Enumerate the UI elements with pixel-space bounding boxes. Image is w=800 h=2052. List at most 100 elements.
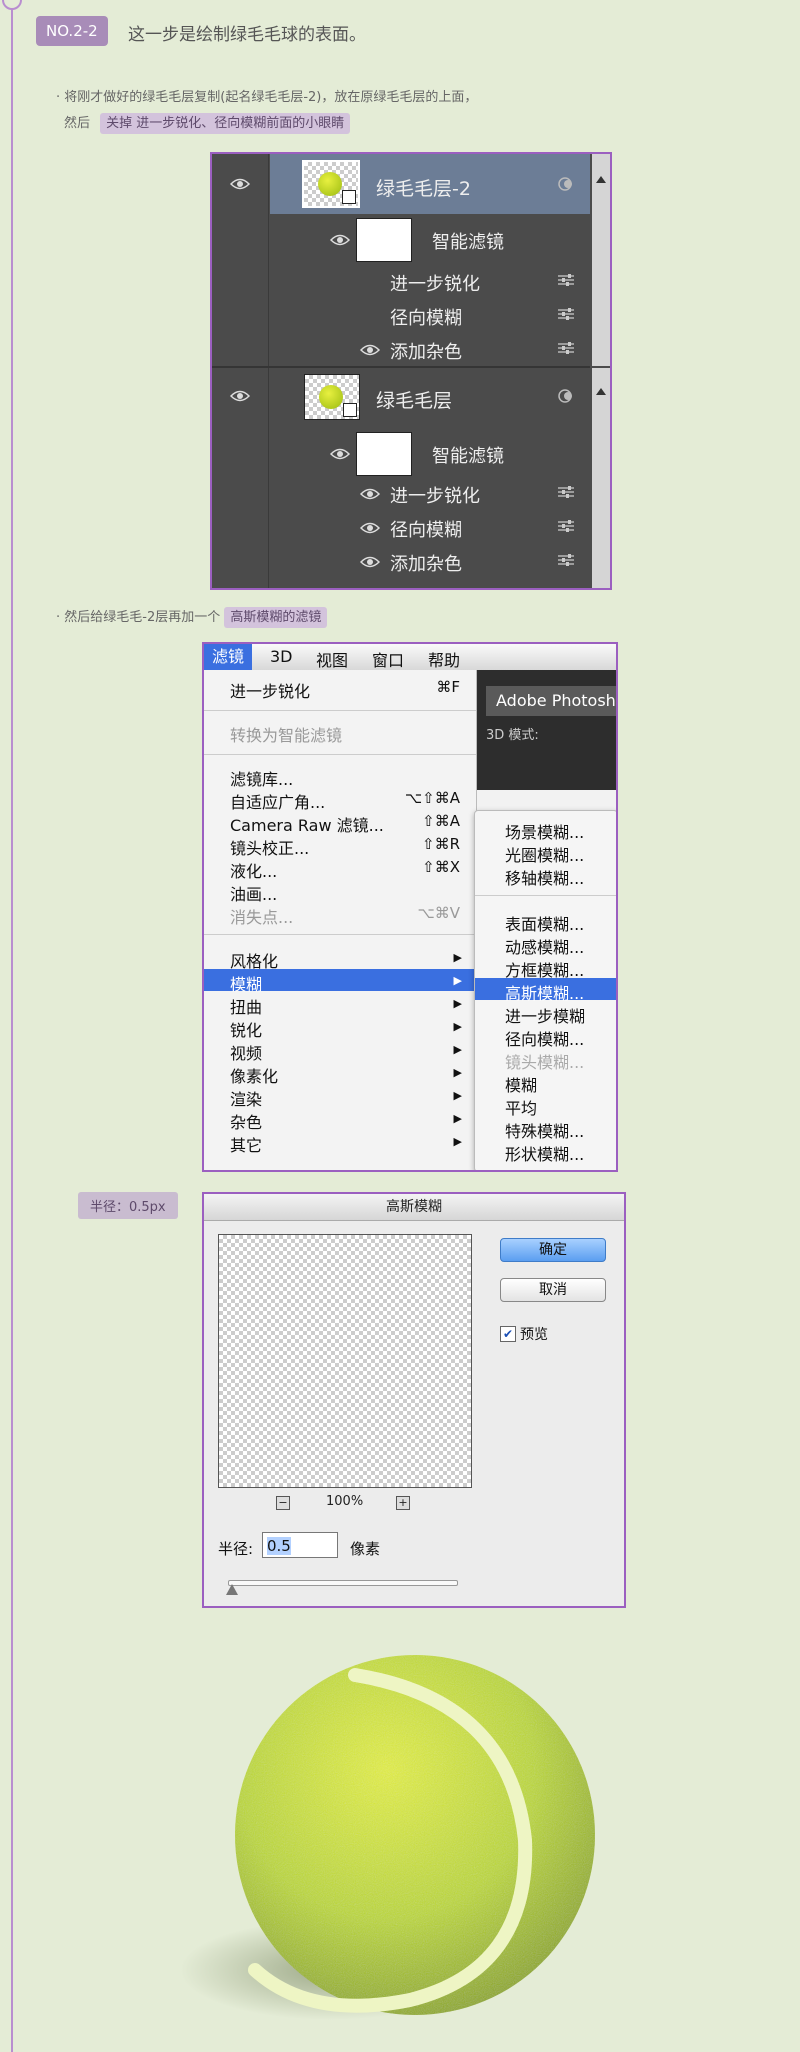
tennis-ball-illustration [160,1640,600,2040]
eye-icon[interactable] [330,448,350,460]
menu-item[interactable]: 油画... [230,881,277,905]
filter-settings-icon[interactable] [556,306,576,320]
layer-thumbnail [304,374,360,420]
menu-item-blur[interactable]: 模糊 [230,971,262,995]
ball-thumbnail-icon [318,172,342,196]
menu-item[interactable]: 杂色 [230,1109,262,1133]
layers-panel: 绿毛毛层-2 智能滤镜 进一步锐化 径向模糊 添加杂色 绿毛毛层 智能滤镜 进一… [210,152,612,590]
layer-name[interactable]: 绿毛毛层 [376,386,452,413]
submenu-item[interactable]: 平均 [505,1095,537,1119]
eye-icon[interactable] [360,522,380,534]
scroll-up-icon[interactable] [596,176,606,183]
menu-item[interactable]: 进一步锐化 [230,678,310,702]
ok-button[interactable]: 确定 [500,1238,606,1262]
submenu-arrow-icon: ▶ [453,1089,462,1102]
menu-item[interactable]: 渲染 [230,1086,262,1110]
submenu-item[interactable]: 形状模糊... [505,1141,584,1165]
smart-filter-label: 智能滤镜 [432,232,504,253]
menu-3d[interactable]: 3D [270,647,293,666]
radius-input[interactable]: 0.5 [262,1532,338,1558]
submenu-arrow-icon: ▶ [453,1066,462,1079]
submenu-item[interactable]: 移轴模糊... [505,865,584,889]
smart-object-icon [343,403,357,417]
submenu-item[interactable]: 光圈模糊... [505,842,584,866]
submenu-item[interactable]: 动感模糊... [505,934,584,958]
eye-icon[interactable] [230,178,250,190]
layer-fx-icon[interactable] [556,176,576,191]
layer-fx-icon[interactable] [556,388,576,403]
menu-item[interactable]: Camera Raw 滤镜... [230,812,384,836]
menu-item[interactable]: 像素化 [230,1063,278,1087]
ball-body [235,1655,595,2015]
filter-item[interactable]: 进一步锐化 [390,270,480,296]
filter-dropdown: 进一步锐化 ⌘F 转换为智能滤镜 滤镜库... 自适应广角... ⌥⇧⌘A Ca… [204,670,477,1170]
filter-item[interactable]: 添加杂色 [390,338,462,364]
filter-settings-icon[interactable] [556,340,576,354]
preview-label: 预览 [520,1327,548,1343]
submenu-arrow-icon: ▶ [453,951,462,964]
filter-settings-icon[interactable] [556,518,576,532]
layer-divider [212,366,590,368]
filter-item[interactable]: 进一步锐化 [390,482,480,508]
gaussian-blur-dialog: 高斯模糊 − 100% + 确定 取消 ✔ 预览 半径: 0.5 像素 [202,1192,626,1608]
instruction-highlight: 高斯模糊的滤镜 [224,607,328,628]
filter-settings-icon[interactable] [556,484,576,498]
filter-item[interactable]: 径向模糊 [390,304,462,330]
menu-item[interactable]: 液化... [230,858,277,882]
menu-item: 转换为智能滤镜 [230,726,343,745]
preview-area[interactable] [218,1234,472,1488]
menu-item[interactable]: 扭曲 [230,994,262,1018]
filter-settings-icon[interactable] [556,552,576,566]
filter-item[interactable]: 径向模糊 [390,516,462,542]
menu-item[interactable]: 自适应广角... [230,789,325,813]
menu-shortcut: ⇧⌘X [422,858,460,876]
instruction-highlight: 关掉 进一步锐化、径向模糊前面的小眼睛 [100,113,351,134]
eye-icon[interactable] [360,488,380,500]
submenu-item[interactable]: 特殊模糊... [505,1118,584,1142]
layer-thumbnail [302,160,360,208]
menu-item[interactable]: 视频 [230,1040,262,1064]
radius-unit: 像素 [350,1540,381,1558]
checkmark-icon: ✔ [502,1327,514,1341]
cancel-button[interactable]: 取消 [500,1278,606,1302]
zoom-out-icon[interactable]: − [276,1496,290,1510]
submenu-item[interactable]: 进一步模糊 [505,1003,585,1027]
submenu-item[interactable]: 径向模糊... [505,1026,584,1050]
menu-item[interactable]: 其它 [230,1132,262,1156]
menu-item: 消失点... [230,908,294,927]
submenu-item[interactable]: 表面模糊... [505,911,584,935]
submenu-item[interactable]: 模糊 [505,1072,537,1096]
menu-shortcut: ⇧⌘R [422,835,460,853]
instruction-line-2: 然后 关掉 进一步锐化、径向模糊前面的小眼睛 [64,112,351,134]
blur-submenu: 场景模糊... 光圈模糊... 移轴模糊... 表面模糊... 动感模糊... … [474,810,616,1170]
preview-checkbox[interactable]: ✔ [500,1326,516,1342]
menu-help[interactable]: 帮助 [428,647,460,671]
menu-window[interactable]: 窗口 [372,647,404,671]
radius-tag: 半径：0.5px [78,1192,178,1219]
layer-name[interactable]: 绿毛毛层-2 [376,174,471,201]
eye-icon[interactable] [230,390,250,402]
filter-settings-icon[interactable] [556,272,576,286]
menu-item[interactable]: 镜头校正... [230,835,309,859]
menu-filter[interactable]: 滤镜 [204,644,253,670]
zoom-level: 100% [326,1494,364,1509]
eye-icon[interactable] [360,556,380,568]
filter-item[interactable]: 添加杂色 [390,550,462,576]
menu-view[interactable]: 视图 [316,647,348,671]
radius-value: 0.5 [267,1537,291,1555]
submenu-item-gaussian-blur[interactable]: 高斯模糊... [505,980,584,1004]
submenu-arrow-icon: ▶ [453,974,462,987]
menu-item[interactable]: 滤镜库... [230,766,293,790]
submenu-item[interactable]: 场景模糊... [505,819,584,843]
radius-slider[interactable] [228,1580,458,1586]
scrollbar[interactable] [592,368,610,588]
menu-item[interactable]: 锐化 [230,1017,262,1041]
scroll-up-icon[interactable] [596,388,606,395]
eye-icon[interactable] [330,234,350,246]
menu-shortcut: ⌘F [436,678,460,696]
instruction-line-3: · 然后给绿毛毛-2层再加一个 高斯模糊的滤镜 [56,606,328,628]
scrollbar[interactable] [592,154,610,366]
radius-slider-knob[interactable] [226,1584,238,1595]
zoom-in-icon[interactable]: + [396,1496,410,1510]
eye-icon[interactable] [360,344,380,356]
